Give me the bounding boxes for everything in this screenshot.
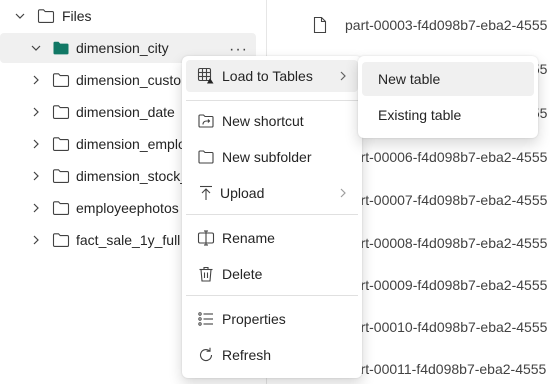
file-name: part-00011-f4d098b7-eba2-4555 xyxy=(345,361,547,377)
menu-item-label: Upload xyxy=(220,185,265,201)
chevron-right-icon[interactable] xyxy=(28,200,44,216)
menu-item-rename[interactable]: Rename xyxy=(186,222,358,254)
folder-icon xyxy=(37,8,55,24)
folder-icon xyxy=(52,104,70,120)
file-name: part-00003-f4d098b7-eba2-4555 xyxy=(345,17,548,33)
menu-divider xyxy=(186,214,358,215)
menu-item-refresh[interactable]: Refresh xyxy=(186,339,358,371)
chevron-right-icon[interactable] xyxy=(28,136,44,152)
folder-icon xyxy=(52,200,70,216)
chevron-right-icon xyxy=(338,187,348,199)
submenu-item-label: New table xyxy=(378,71,441,87)
file-name: part-00006-f4d098b7-eba2-4555 xyxy=(345,149,548,165)
submenu-item-label: Existing table xyxy=(378,107,462,123)
chevron-right-icon[interactable] xyxy=(28,72,44,88)
tree-item-label: dimension_date xyxy=(76,104,175,120)
menu-item-properties[interactable]: Properties xyxy=(186,303,358,335)
menu-item-label: Delete xyxy=(222,266,263,282)
rename-icon xyxy=(196,228,216,248)
folder-icon xyxy=(196,147,216,167)
submenu-item-new-table[interactable]: New table xyxy=(362,62,534,96)
file-icon xyxy=(313,16,327,34)
chevron-right-icon[interactable] xyxy=(28,232,44,248)
trash-icon xyxy=(196,264,216,284)
chevron-right-icon xyxy=(338,70,348,82)
upload-icon xyxy=(196,183,216,203)
folder-icon xyxy=(52,168,70,184)
folder-icon xyxy=(52,72,70,88)
file-name: part-00008-f4d098b7-eba2-4555 xyxy=(345,235,548,251)
menu-item-load-to-tables[interactable]: Load to Tables xyxy=(186,60,358,92)
tree-item-label: fact_sale_1y_full xyxy=(76,232,181,248)
menu-item-delete[interactable]: Delete xyxy=(186,258,358,290)
menu-item-label: Refresh xyxy=(222,347,272,363)
menu-divider xyxy=(186,295,358,296)
tree-item-label: dimension_city xyxy=(76,40,169,56)
submenu-item-existing-table[interactable]: Existing table xyxy=(362,98,534,132)
tree-item-label: employeephotos xyxy=(76,200,179,216)
shortcut-icon xyxy=(196,111,216,131)
chevron-right-icon[interactable] xyxy=(28,104,44,120)
tree-root-files[interactable]: Files xyxy=(0,1,266,31)
chevron-right-icon[interactable] xyxy=(28,168,44,184)
file-name: part-00010-f4d098b7-eba2-4555 xyxy=(345,319,548,335)
menu-item-new-subfolder[interactable]: New subfolder xyxy=(186,141,358,173)
tree-item-label: dimension_custo xyxy=(76,72,182,88)
menu-item-label: Rename xyxy=(222,230,275,246)
context-menu: Load to Tables New shortcut New subfolde… xyxy=(182,56,362,378)
properties-icon xyxy=(196,309,216,329)
table-load-icon xyxy=(196,66,216,86)
folder-icon xyxy=(52,136,70,152)
folder-icon xyxy=(52,232,70,248)
menu-item-label: New subfolder xyxy=(222,149,312,165)
menu-divider xyxy=(186,100,358,101)
tree-item-label: dimension_stock_ xyxy=(76,168,189,184)
tree-root-label: Files xyxy=(62,8,92,24)
menu-item-label: Properties xyxy=(222,311,286,327)
file-name: part-00009-f4d098b7-eba2-4555 xyxy=(345,277,548,293)
chevron-down-icon[interactable] xyxy=(28,40,44,56)
load-to-tables-submenu: New table Existing table xyxy=(358,56,538,138)
chevron-down-icon[interactable] xyxy=(12,8,28,24)
menu-item-label: Load to Tables xyxy=(222,68,313,84)
menu-item-label: New shortcut xyxy=(222,113,304,129)
menu-item-upload[interactable]: Upload xyxy=(186,177,358,209)
menu-item-new-shortcut[interactable]: New shortcut xyxy=(186,105,358,137)
folder-open-icon xyxy=(52,40,70,56)
tree-item-label: dimension_emplo xyxy=(76,136,186,152)
file-name: part-00007-f4d098b7-eba2-4555 xyxy=(345,192,548,208)
refresh-icon xyxy=(196,345,216,365)
